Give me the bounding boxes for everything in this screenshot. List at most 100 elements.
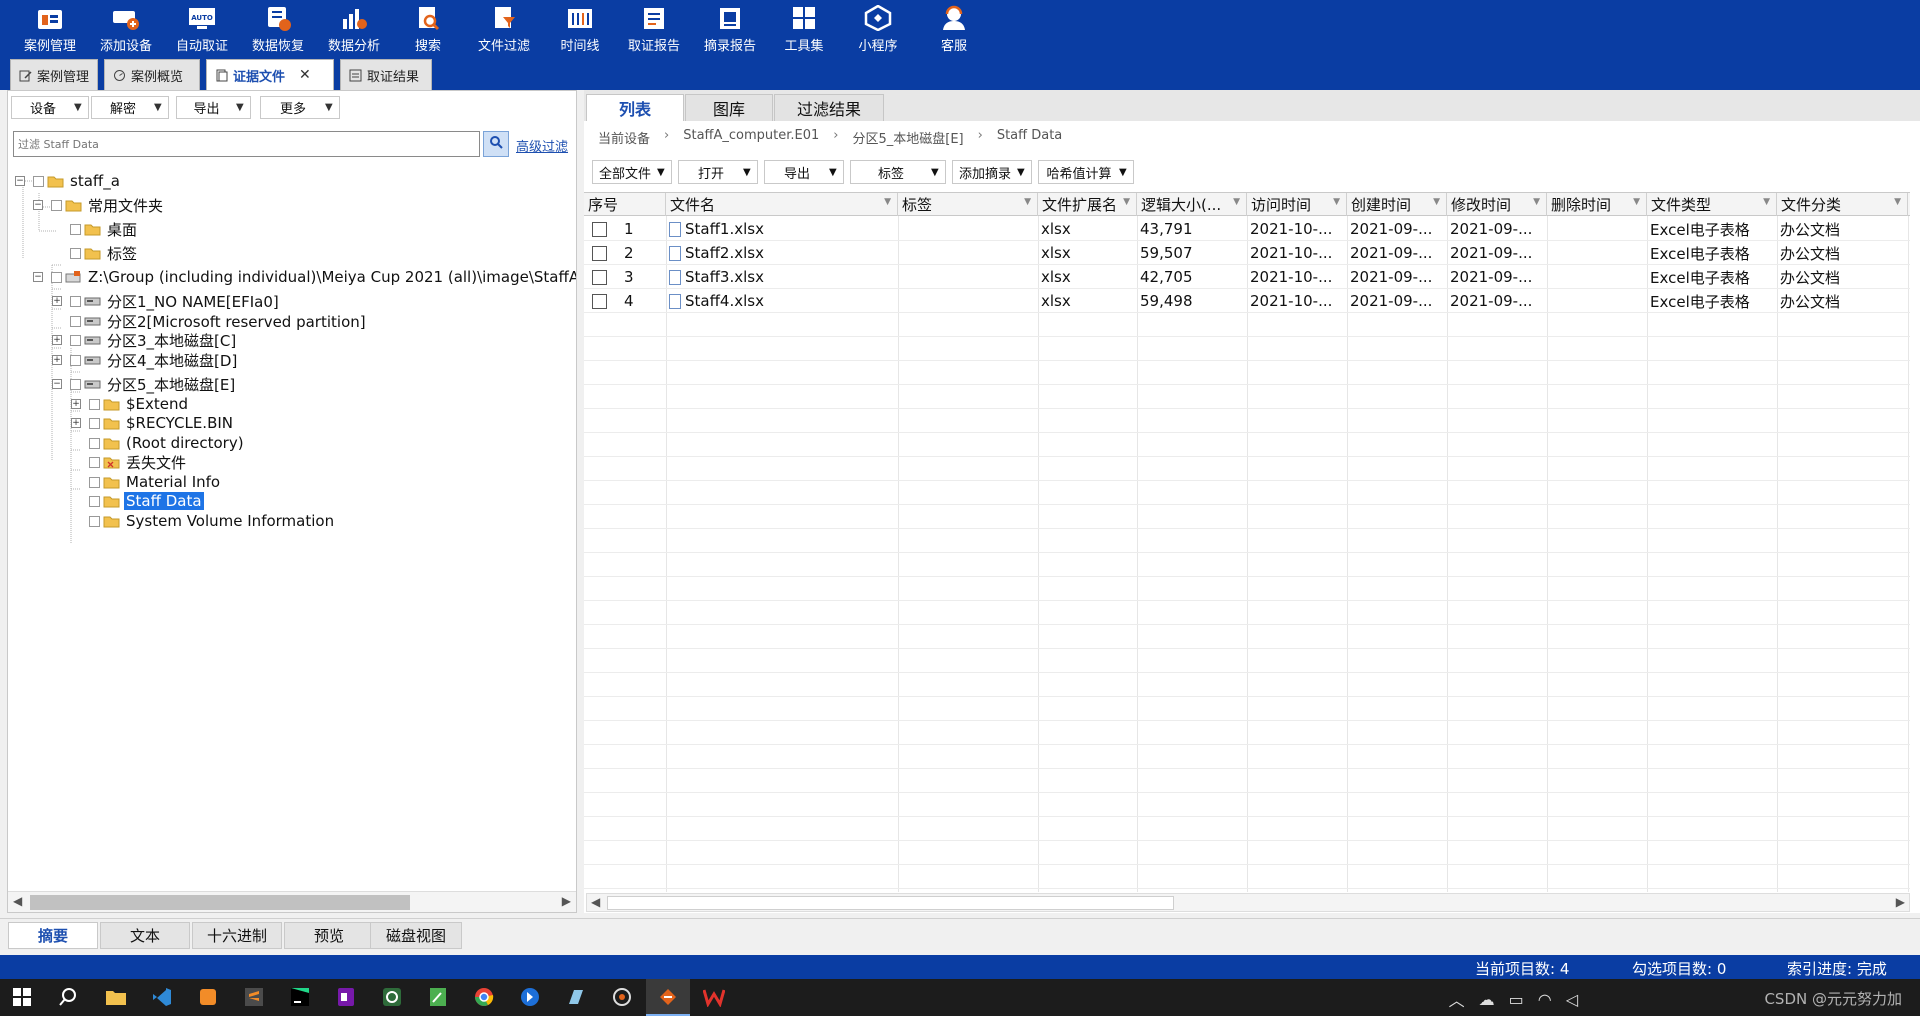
app-icon[interactable] (518, 985, 542, 1009)
column-header-logical-size[interactable]: 逻辑大小(... ▼ (1137, 193, 1247, 216)
tree-checkbox[interactable] (89, 456, 100, 468)
tab-preview[interactable]: 预览 (284, 922, 374, 949)
open-dropdown[interactable]: 打开 ▼ (678, 160, 758, 184)
scroll-left-icon[interactable]: ◀ (13, 894, 22, 908)
forensic-report-button[interactable]: 取证报告 (626, 0, 682, 54)
auto-forensics-button[interactable]: AUTO 自动取证 (174, 0, 230, 54)
windows-start-icon[interactable] (10, 985, 34, 1009)
expand-icon[interactable]: + (52, 335, 62, 345)
tree-checkbox[interactable] (70, 334, 81, 346)
expand-icon[interactable]: + (52, 296, 62, 306)
tree-checkbox[interactable] (89, 495, 100, 507)
case-management-button[interactable]: 案例管理 (22, 0, 78, 54)
tree-checkbox[interactable] (89, 398, 100, 410)
column-filter-icon[interactable]: ▼ (1433, 197, 1440, 207)
volume-icon[interactable]: ◁ (1566, 990, 1578, 1009)
tab-filter-results[interactable]: 过滤结果 (774, 94, 884, 121)
search-button[interactable]: 搜索 (400, 0, 456, 54)
column-filter-icon[interactable]: ▼ (1123, 197, 1130, 207)
column-filter-icon[interactable]: ▼ (884, 197, 891, 207)
collapse-icon[interactable]: − (33, 200, 43, 210)
notepad-icon[interactable] (426, 985, 450, 1009)
row-checkbox[interactable] (592, 269, 607, 285)
tree-node-case[interactable]: − staff_a (15, 169, 122, 193)
all-files-dropdown[interactable]: 全部文件 ▼ (592, 160, 672, 184)
tree-node-partition-4[interactable]: + 分区4_本地磁盘[D] (52, 348, 239, 372)
mini-program-button[interactable]: 小程序 (850, 0, 906, 54)
scrollbar-thumb[interactable] (607, 896, 1174, 910)
column-filter-icon[interactable]: ▼ (1233, 197, 1240, 207)
tab-hex[interactable]: 十六进制 (192, 922, 282, 949)
tab-text[interactable]: 文本 (100, 922, 190, 949)
column-filter-icon[interactable]: ▼ (1024, 197, 1031, 207)
more-dropdown[interactable]: 更多 ▼ (260, 96, 340, 119)
table-horizontal-scrollbar[interactable]: ◀ ▶ (586, 893, 1910, 912)
column-filter-icon[interactable]: ▼ (1533, 197, 1540, 207)
table-row[interactable]: 4 Staff4.xlsx xlsx 59,498 2021-10-... 20… (584, 289, 1910, 313)
tree-node-system-volume-information[interactable]: System Volume Information (71, 509, 336, 533)
tab-case-management[interactable]: 案例管理 (10, 59, 98, 90)
scroll-left-icon[interactable]: ◀ (591, 895, 600, 909)
device-dropdown[interactable]: 设备 ▼ (11, 96, 89, 119)
data-recovery-button[interactable]: 数据恢复 (250, 0, 306, 54)
export-dropdown[interactable]: 导出 ▼ (764, 160, 844, 184)
tree-node-common-folders[interactable]: − 常用文件夹 (33, 193, 165, 217)
app-icon[interactable] (564, 985, 588, 1009)
expand-icon[interactable]: + (52, 355, 62, 365)
data-analysis-button[interactable]: 数据分析 (326, 0, 382, 54)
tab-case-overview[interactable]: 案例概览 (104, 59, 200, 90)
filter-input[interactable] (13, 131, 480, 157)
tree-checkbox[interactable] (70, 315, 81, 327)
tree-checkbox[interactable] (70, 378, 81, 390)
column-header-file-category[interactable]: 文件分类 ▼ (1777, 193, 1908, 216)
table-row[interactable]: 3 Staff3.xlsx xlsx 42,705 2021-10-... 20… (584, 265, 1910, 289)
wifi-icon[interactable]: ◠ (1538, 990, 1552, 1009)
tree-checkbox[interactable] (70, 295, 81, 307)
column-filter-icon[interactable]: ▼ (1894, 197, 1901, 207)
app-icon[interactable] (610, 985, 634, 1009)
table-row[interactable]: 2 Staff2.xlsx xlsx 59,507 2021-10-... 20… (584, 241, 1910, 265)
tab-evidence-files[interactable]: 证据文件 ✕ (206, 59, 334, 90)
row-checkbox[interactable] (592, 245, 607, 261)
excerpt-report-button[interactable]: 摘录报告 (702, 0, 758, 54)
row-checkbox[interactable] (592, 221, 607, 237)
column-header-access-time[interactable]: 访问时间 ▼ (1247, 193, 1347, 216)
customer-service-button[interactable]: 客服 (926, 0, 982, 54)
close-icon[interactable]: ✕ (299, 67, 311, 83)
tab-disk-view[interactable]: 磁盘视图 (370, 922, 462, 949)
tree-checkbox[interactable] (70, 223, 81, 235)
vscode-icon[interactable] (150, 985, 174, 1009)
chrome-icon[interactable] (472, 985, 496, 1009)
tab-summary[interactable]: 摘要 (8, 922, 98, 949)
breadcrumb-item[interactable]: 当前设备 (598, 128, 650, 147)
tree-checkbox[interactable] (51, 199, 62, 211)
tab-forensic-results[interactable]: 取证结果 (340, 59, 432, 90)
table-row[interactable]: 1 Staff1.xlsx xlsx 43,791 2021-10-... 20… (584, 217, 1910, 241)
collapse-icon[interactable]: − (52, 379, 62, 389)
battery-icon[interactable]: ▭ (1509, 990, 1524, 1009)
column-filter-icon[interactable]: ▼ (1763, 197, 1770, 207)
export-dropdown[interactable]: 导出 ▼ (176, 96, 251, 119)
column-header-filename[interactable]: 文件名 ▼ (666, 193, 898, 216)
tree-checkbox[interactable] (89, 515, 100, 527)
breadcrumb-item[interactable]: Staff Data (997, 128, 1062, 147)
scroll-right-icon[interactable]: ▶ (1896, 895, 1905, 909)
tag-dropdown[interactable]: 标签 ▼ (850, 160, 946, 184)
decrypt-dropdown[interactable]: 解密 ▼ (91, 96, 169, 119)
column-header-created-time[interactable]: 创建时间 ▼ (1347, 193, 1447, 216)
search-icon[interactable] (56, 985, 80, 1009)
scroll-right-icon[interactable]: ▶ (562, 894, 571, 908)
sublime-icon[interactable] (242, 985, 266, 1009)
tab-gallery[interactable]: 图库 (685, 94, 773, 121)
tree-node-desktop[interactable]: 桌面 (52, 217, 139, 241)
add-device-button[interactable]: 添加设备 (98, 0, 154, 54)
app-icon[interactable] (380, 985, 404, 1009)
timeline-button[interactable]: 时间线 (552, 0, 608, 54)
file-explorer-icon[interactable] (104, 985, 128, 1009)
column-header-tag[interactable]: 标签 ▼ (898, 193, 1038, 216)
toolset-button[interactable]: 工具集 (776, 0, 832, 54)
hash-calc-dropdown[interactable]: 哈希值计算 ▼ (1038, 160, 1134, 184)
pycharm-icon[interactable] (288, 985, 312, 1009)
file-filter-button[interactable]: 文件过滤 (476, 0, 532, 54)
tree-checkbox[interactable] (89, 476, 100, 488)
